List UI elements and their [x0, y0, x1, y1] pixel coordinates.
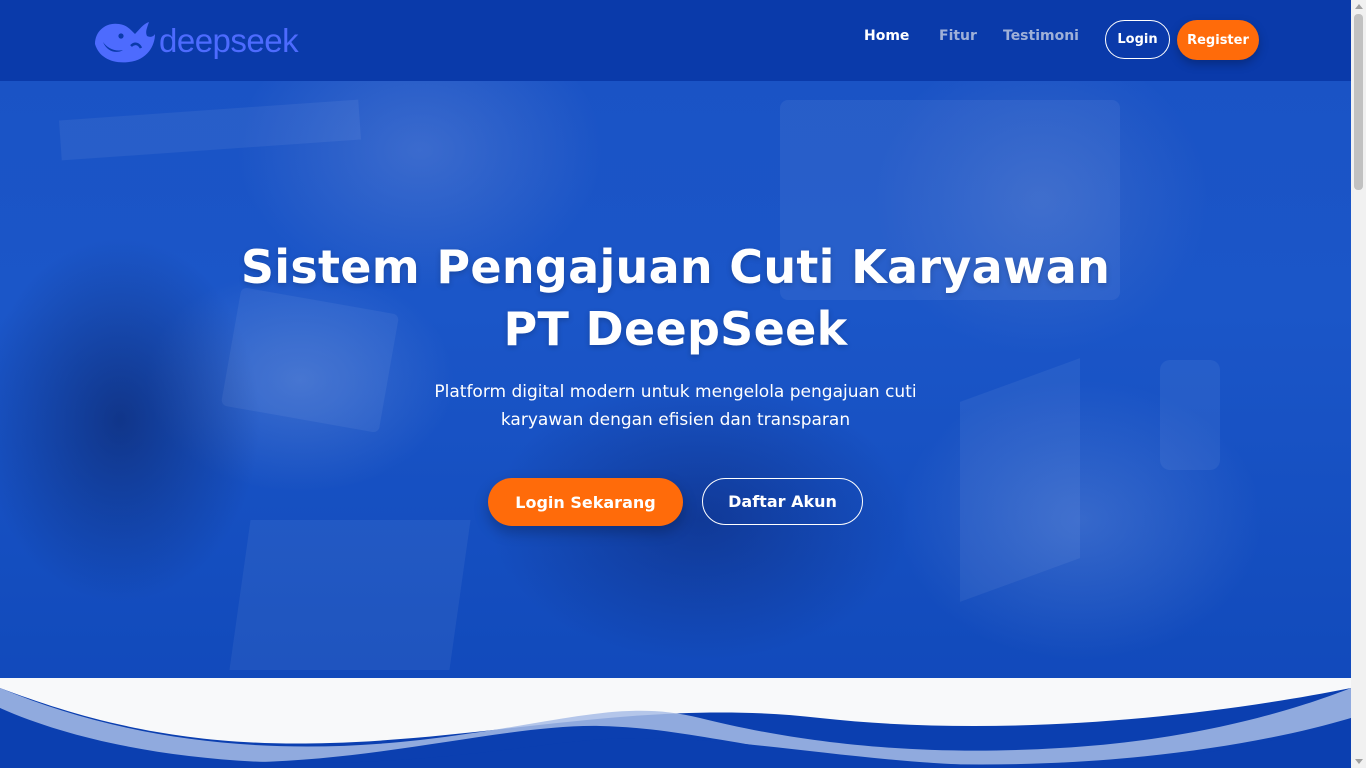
background-photo-detail	[229, 520, 471, 670]
background-photo-detail	[1160, 360, 1220, 470]
hero-title-line-1: Sistem Pengajuan Cuti Karyawan	[240, 240, 1111, 294]
background-photo-detail	[58, 99, 362, 161]
background-photo-detail	[960, 358, 1080, 602]
hero-title-line-2: PT DeepSeek	[503, 302, 848, 356]
wave-divider	[0, 678, 1351, 768]
register-button[interactable]: Register	[1177, 20, 1259, 60]
brand-logo-link[interactable]: deepseek	[91, 16, 299, 66]
login-button[interactable]: Login	[1105, 20, 1170, 59]
brand-name: deepseek	[159, 22, 299, 59]
scroll-thumb[interactable]	[1354, 14, 1363, 190]
page-scrollbar[interactable]	[1351, 0, 1366, 768]
whale-icon	[95, 22, 155, 63]
hero-subtitle-line-1: Platform digital modern untuk mengelola …	[434, 382, 917, 402]
navbar: deepseek Home Fitur Testimoni Login Regi…	[0, 0, 1351, 81]
hero-title: Sistem Pengajuan Cuti Karyawan PT DeepSe…	[0, 236, 1351, 360]
nav-link-fitur[interactable]: Fitur	[939, 28, 977, 44]
scroll-up-arrow-icon[interactable]	[1355, 4, 1363, 9]
hero-subtitle: Platform digital modern untuk mengelola …	[400, 378, 951, 434]
nav-link-home[interactable]: Home	[864, 28, 909, 44]
register-account-button[interactable]: Daftar Akun	[702, 478, 863, 525]
scroll-down-arrow-icon[interactable]	[1355, 759, 1363, 764]
hero-subtitle-line-2: karyawan dengan efisien dan transparan	[500, 410, 851, 430]
login-now-button[interactable]: Login Sekarang	[488, 478, 683, 526]
nav-link-testimoni[interactable]: Testimoni	[1003, 28, 1079, 44]
